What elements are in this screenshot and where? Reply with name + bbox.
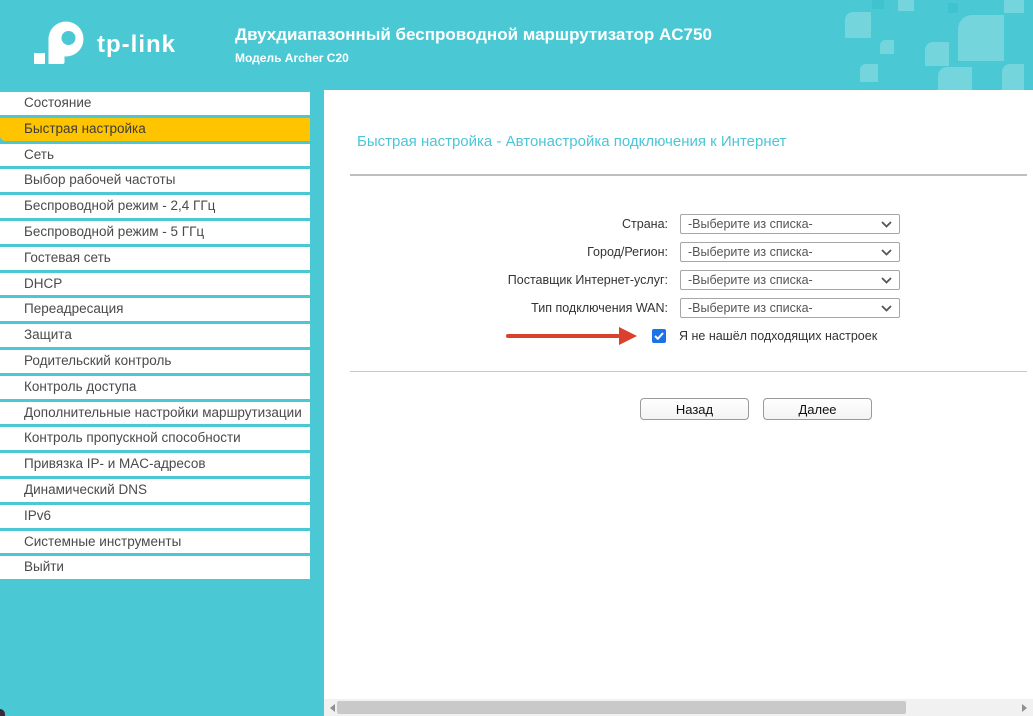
wan-type-select-value: -Выберите из списка- bbox=[688, 301, 813, 315]
header: tp-link Двухдиапазонный беспроводной мар… bbox=[0, 0, 1033, 90]
chevron-down-icon bbox=[881, 277, 892, 284]
sidebar-item-access-control[interactable]: Контроль доступа bbox=[0, 376, 310, 399]
no-settings-checkbox[interactable] bbox=[652, 329, 666, 343]
no-settings-row: Я не нашёл подходящих настроек bbox=[652, 326, 1033, 346]
triangle-left-icon bbox=[330, 704, 335, 712]
horizontal-scrollbar[interactable] bbox=[324, 699, 1033, 716]
red-arrow-pointer bbox=[506, 334, 620, 338]
sidebar-item-guest-network[interactable]: Гостевая сеть bbox=[0, 247, 310, 270]
form-row: Поставщик Интернет-услуг: -Выберите из с… bbox=[324, 270, 1033, 290]
scrollbar-right-arrow[interactable] bbox=[1016, 699, 1033, 716]
sidebar-item-wireless-5ghz[interactable]: Беспроводной режим - 5 ГГц bbox=[0, 221, 310, 244]
sidebar-item-dynamic-dns[interactable]: Динамический DNS bbox=[0, 479, 310, 502]
logo-text: tp-link bbox=[97, 31, 176, 59]
scrollbar-thumb[interactable] bbox=[337, 701, 906, 714]
buttons-divider bbox=[350, 371, 1027, 372]
isp-select[interactable]: -Выберите из списка- bbox=[680, 270, 900, 290]
sidebar-item-ip-mac-binding[interactable]: Привязка IP- и MAC-адресов bbox=[0, 453, 310, 476]
country-select-value: -Выберите из списка- bbox=[688, 217, 813, 231]
page-title: Быстрая настройка - Автонастройка подклю… bbox=[357, 133, 786, 150]
red-arrow-pointer-head bbox=[619, 327, 637, 345]
sidebar-item-dhcp[interactable]: DHCP bbox=[0, 273, 310, 296]
sidebar-item-security[interactable]: Защита bbox=[0, 324, 310, 347]
sidebar-item-quick-setup[interactable]: Быстрая настройка bbox=[0, 118, 310, 141]
form-row: Тип подключения WAN: -Выберите из списка… bbox=[324, 298, 1033, 318]
country-label: Страна: bbox=[324, 217, 668, 231]
country-select[interactable]: -Выберите из списка- bbox=[680, 214, 900, 234]
isp-label: Поставщик Интернет-услуг: bbox=[324, 273, 668, 287]
sidebar-item-wireless-24ghz[interactable]: Беспроводной режим - 2,4 ГГц bbox=[0, 195, 310, 218]
sidebar-item-operation-mode[interactable]: Выбор рабочей частоты bbox=[0, 169, 310, 192]
chevron-down-icon bbox=[881, 305, 892, 312]
tp-link-logo: tp-link bbox=[30, 21, 176, 69]
sidebar-item-bandwidth-control[interactable]: Контроль пропускной способности bbox=[0, 427, 310, 450]
quick-setup-form: Страна: -Выберите из списка- Город/Регио… bbox=[324, 214, 1033, 346]
no-settings-label: Я не нашёл подходящих настроек bbox=[679, 329, 877, 343]
sidebar-item-forwarding[interactable]: Переадресация bbox=[0, 298, 310, 321]
device-title: Двухдиапазонный беспроводной маршрутизат… bbox=[235, 25, 712, 45]
city-region-select-value: -Выберите из списка- bbox=[688, 245, 813, 259]
isp-select-value: -Выберите из списка- bbox=[688, 273, 813, 287]
sidebar-item-status[interactable]: Состояние bbox=[0, 92, 310, 115]
chevron-down-icon bbox=[881, 221, 892, 228]
sidebar-item-network[interactable]: Сеть bbox=[0, 144, 310, 167]
wan-type-select[interactable]: -Выберите из списка- bbox=[680, 298, 900, 318]
sidebar-item-ipv6[interactable]: IPv6 bbox=[0, 505, 310, 528]
sidebar-item-logout[interactable]: Выйти bbox=[0, 556, 310, 579]
city-region-select[interactable]: -Выберите из списка- bbox=[680, 242, 900, 262]
tp-link-logo-icon bbox=[30, 21, 88, 69]
main-content: Быстрая настройка - Автонастройка подклю… bbox=[324, 90, 1033, 716]
form-row: Город/Регион: -Выберите из списка- bbox=[324, 242, 1033, 262]
back-button[interactable]: Назад bbox=[640, 398, 749, 420]
title-divider bbox=[350, 174, 1027, 176]
checkmark-icon bbox=[654, 332, 664, 340]
sidebar-divider-strip bbox=[310, 90, 324, 716]
next-button[interactable]: Далее bbox=[763, 398, 872, 420]
form-row: Страна: -Выберите из списка- bbox=[324, 214, 1033, 234]
city-region-label: Город/Регион: bbox=[324, 245, 668, 259]
triangle-right-icon bbox=[1022, 704, 1027, 712]
wan-type-label: Тип подключения WAN: bbox=[324, 301, 668, 315]
sidebar-item-system-tools[interactable]: Системные инструменты bbox=[0, 531, 310, 554]
sidebar-item-advanced-routing[interactable]: Дополнительные настройки маршрутизации bbox=[0, 402, 310, 425]
sidebar-menu: Состояние Быстрая настройка Сеть Выбор р… bbox=[0, 90, 310, 716]
sidebar-item-parental-control[interactable]: Родительский контроль bbox=[0, 350, 310, 373]
device-model: Модель Archer C20 bbox=[235, 51, 712, 65]
chevron-down-icon bbox=[881, 249, 892, 256]
